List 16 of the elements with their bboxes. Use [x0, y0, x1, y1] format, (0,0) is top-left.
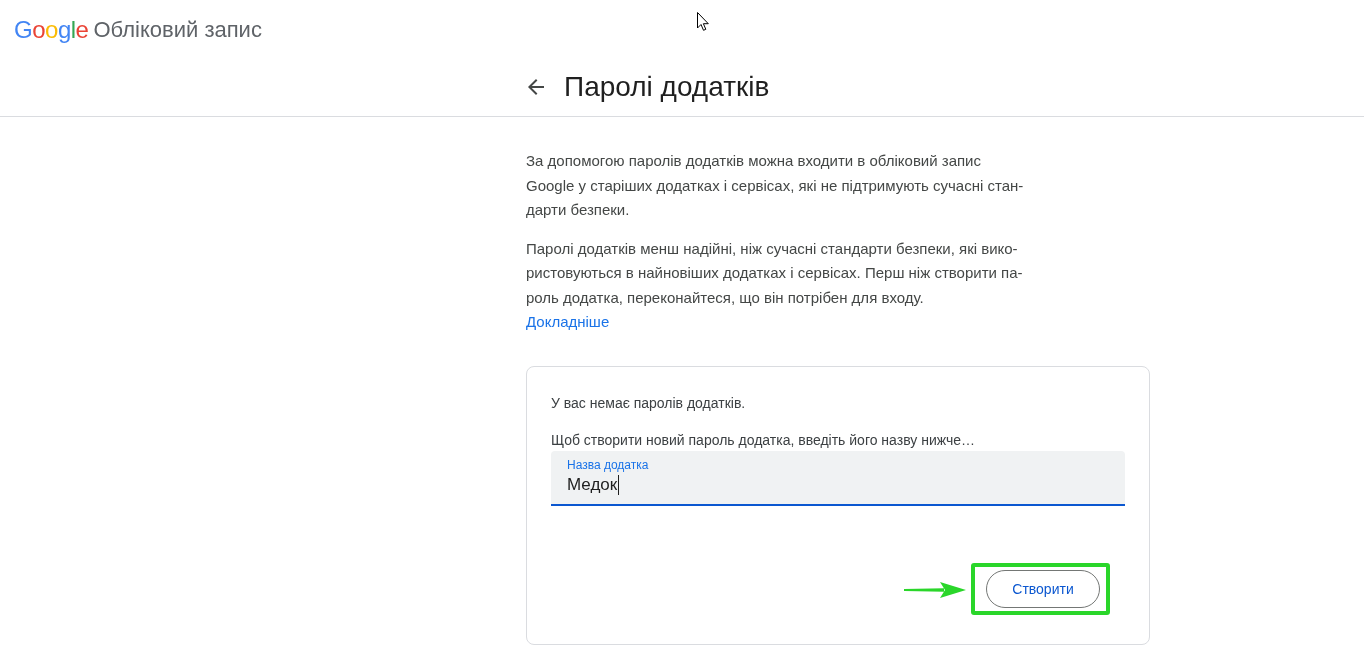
- description-paragraph: За допомогою паролів додатків можна входити в обліковий запис Google у старіших додатках і сервісах, які не підтримують сучасні стан- дарти безпеки.: [526, 151, 1025, 220]
- back-arrow-icon[interactable]: [527, 77, 545, 96]
- create-button[interactable]: Створити: [986, 570, 1100, 608]
- status-text: У вас немає паролів додатків.: [551, 394, 747, 413]
- mouse-pointer-icon: [697, 12, 709, 31]
- text-cursor-icon: [618, 475, 620, 495]
- field-label: Назва додатка: [567, 458, 649, 472]
- field-value: Медок: [567, 474, 618, 496]
- arrow-icon: [904, 581, 966, 598]
- page-title: Паролі додатків: [564, 69, 770, 104]
- learn-more-link[interactable]: Докладніше: [526, 313, 610, 330]
- hint-text: Щоб створити новий пароль додатка, введіть його назву нижче…: [551, 431, 976, 450]
- description-paragraph: Паролі додатків менш надійні, ніж сучасні стандарти безпеки, які вико- ристовуються в найновіших додатках і сервісах. Перш ніж створити па- роль додатка, переконайтеся, що він потрібен для входу.: [526, 238, 1024, 308]
- logo[interactable]: Google: [14, 16, 89, 44]
- app-name-field[interactable]: Назва додатка Медок: [551, 451, 1125, 506]
- product-name: Обліковий запис: [93, 16, 262, 44]
